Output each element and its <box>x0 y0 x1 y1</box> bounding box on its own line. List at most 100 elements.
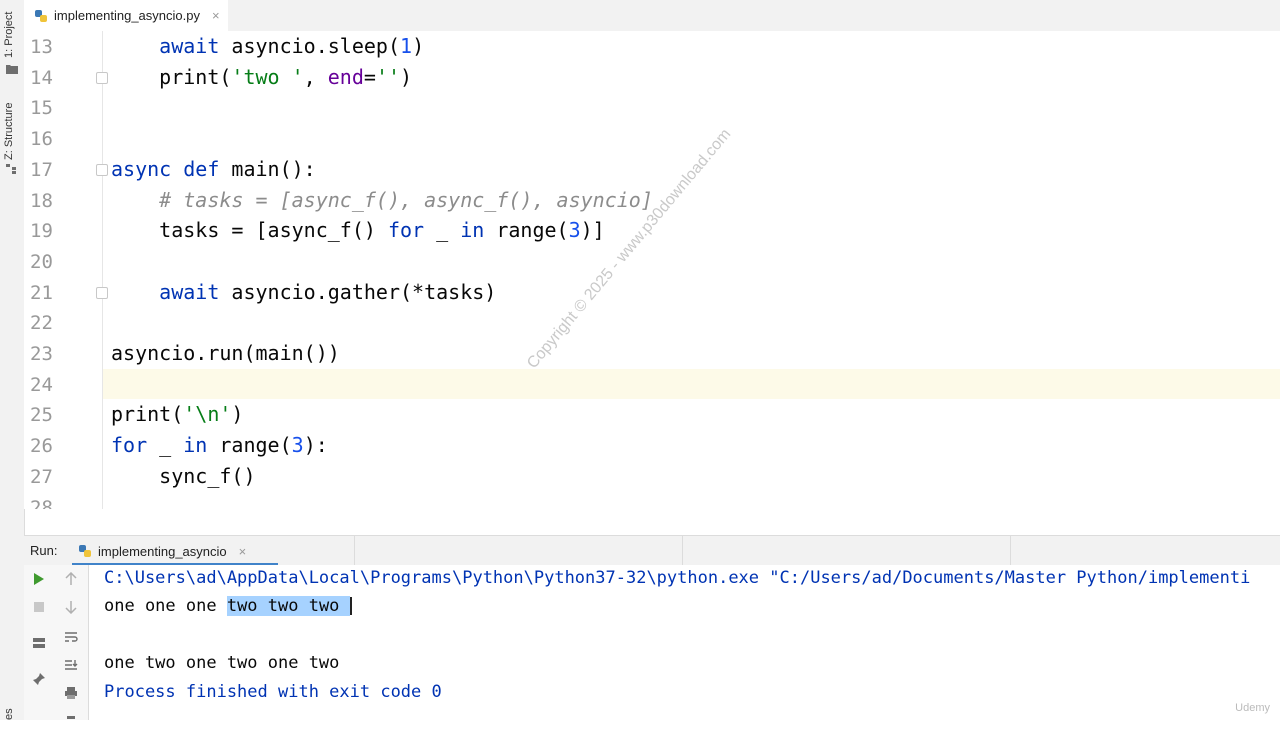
python-run-icon <box>79 545 91 557</box>
code-token: await <box>159 279 220 304</box>
line-number: 20 <box>30 250 53 273</box>
console-command-line: C:\Users\ad\AppData\Local\Programs\Pytho… <box>104 568 1251 588</box>
code-line: print('two ', end='') <box>111 65 412 89</box>
code-line: sync_f() <box>111 464 255 488</box>
code-token: )] <box>580 218 605 243</box>
structure-tool-tab[interactable]: Z: Structure <box>3 103 15 160</box>
scroll-up-button[interactable] <box>61 569 81 589</box>
code-token: print( <box>111 64 232 89</box>
print-icon <box>65 687 77 699</box>
code-token: main(): <box>219 156 316 181</box>
left-tool-strip: 1: Project Z: Structure es <box>0 0 25 720</box>
fold-marker-icon[interactable] <box>96 72 108 84</box>
code-token: in <box>183 433 208 458</box>
line-number: 26 <box>30 435 53 458</box>
line-number: 18 <box>30 189 53 212</box>
code-line: tasks = [async_f() for _ in range(3)] <box>111 218 605 242</box>
code-token: for <box>387 218 425 243</box>
text-caret <box>349 597 352 615</box>
code-line: async def main(): <box>111 157 316 181</box>
folder-icon[interactable] <box>6 64 18 74</box>
run-tab-label: implementing_asyncio <box>98 543 227 559</box>
scroll-to-end-button[interactable] <box>61 655 81 675</box>
fold-marker-icon[interactable] <box>96 164 108 176</box>
code-token: 3 <box>568 218 581 243</box>
delete-button[interactable] <box>61 711 81 731</box>
line-number: 27 <box>30 465 53 488</box>
process-finished-line: Process finished with exit code 0 <box>104 682 442 702</box>
stop-icon <box>34 602 44 612</box>
code-line: asyncio.run(main()) <box>111 341 340 365</box>
fold-marker-icon[interactable] <box>96 287 108 299</box>
arrow-up-icon <box>65 572 77 585</box>
code-token: # tasks = [async_f(), async_f(), asyncio… <box>159 187 653 212</box>
code-token: ) <box>231 402 244 427</box>
code-line: await asyncio.gather(*tasks) <box>111 280 496 304</box>
line-number: 14 <box>30 66 53 89</box>
project-tool-tab[interactable]: 1: Project <box>3 12 15 58</box>
code-line: for _ in range(3): <box>111 433 328 457</box>
code-token: '\n' <box>183 402 232 427</box>
code-token: end <box>327 64 364 89</box>
code-token: asyncio.run(main()) <box>111 341 340 365</box>
scroll-to-end-icon <box>65 660 78 670</box>
run-label: Run: <box>30 543 58 558</box>
header-divider <box>354 536 355 566</box>
soft-wrap-button[interactable] <box>61 627 81 647</box>
code-token: , <box>303 64 328 89</box>
run-tab-implementing-asyncio[interactable]: implementing_asyncio × <box>72 536 278 566</box>
line-number: 24 <box>30 373 53 396</box>
editor-tab-label: implementing_asyncio.py <box>54 8 200 23</box>
code-editor[interactable]: 13 14 15 16 17 18 19 20 21 22 23 24 25 26 27 28 await a… <box>24 31 1280 509</box>
code-token: asyncio.sleep( <box>219 34 401 58</box>
code-line: # tasks = [async_f(), async_f(), asyncio… <box>111 188 653 212</box>
code-token: = <box>363 64 376 89</box>
code-token: ) <box>400 64 413 89</box>
line-number: 16 <box>30 128 53 151</box>
code-line: await asyncio.sleep(1) <box>111 34 424 58</box>
bottom-tool-tab[interactable]: es <box>3 708 15 720</box>
line-number-gutter: 13 14 15 16 17 18 19 20 21 22 23 24 25 26 27 28 <box>24 31 103 509</box>
code-token: _ <box>424 218 461 243</box>
editor-tab-implementing-asyncio[interactable]: implementing_asyncio.py × <box>24 0 228 31</box>
layout-button[interactable] <box>29 633 49 653</box>
rerun-button[interactable] <box>29 569 49 589</box>
run-panel-header: Run: implementing_asyncio × <box>24 535 1280 566</box>
line-number: 17 <box>30 158 53 181</box>
scroll-down-button[interactable] <box>61 597 81 617</box>
close-run-tab-icon[interactable]: × <box>239 544 247 559</box>
structure-icon[interactable] <box>6 164 18 174</box>
print-button[interactable] <box>61 683 81 703</box>
code-token: asyncio.gather(*tasks) <box>219 279 497 304</box>
code-token: _ <box>147 433 184 458</box>
code-token: '' <box>375 64 401 89</box>
line-number: 15 <box>30 97 53 120</box>
console-output[interactable]: C:\Users\ad\AppData\Local\Programs\Pytho… <box>89 565 1280 720</box>
pin-icon <box>33 673 45 685</box>
layout-icon <box>33 638 45 648</box>
line-number: 21 <box>30 281 53 304</box>
code-token: in <box>460 218 485 243</box>
code-token: range( <box>207 433 292 458</box>
trash-icon <box>67 716 75 719</box>
run-toolbar <box>24 565 89 720</box>
code-token: for <box>111 433 148 458</box>
play-icon <box>34 573 44 585</box>
console-output-line: one two one two one two <box>104 653 340 673</box>
code-token: ) <box>412 34 425 58</box>
stop-button[interactable] <box>29 597 49 617</box>
code-token: 'two ' <box>231 64 304 89</box>
pin-tab-button[interactable] <box>29 669 49 689</box>
python-file-icon <box>35 9 47 22</box>
soft-wrap-icon <box>65 632 78 642</box>
header-divider <box>1010 536 1011 566</box>
code-token: 1 <box>400 34 413 58</box>
code-token: async def <box>111 156 220 181</box>
editor-tab-bar: implementing_asyncio.py × <box>24 0 1280 32</box>
line-number: 28 <box>30 496 53 510</box>
udemy-watermark: Udemy <box>1235 702 1270 714</box>
current-line-highlight <box>103 369 1280 399</box>
close-tab-icon[interactable]: × <box>212 8 220 23</box>
code-token: await <box>159 34 220 58</box>
